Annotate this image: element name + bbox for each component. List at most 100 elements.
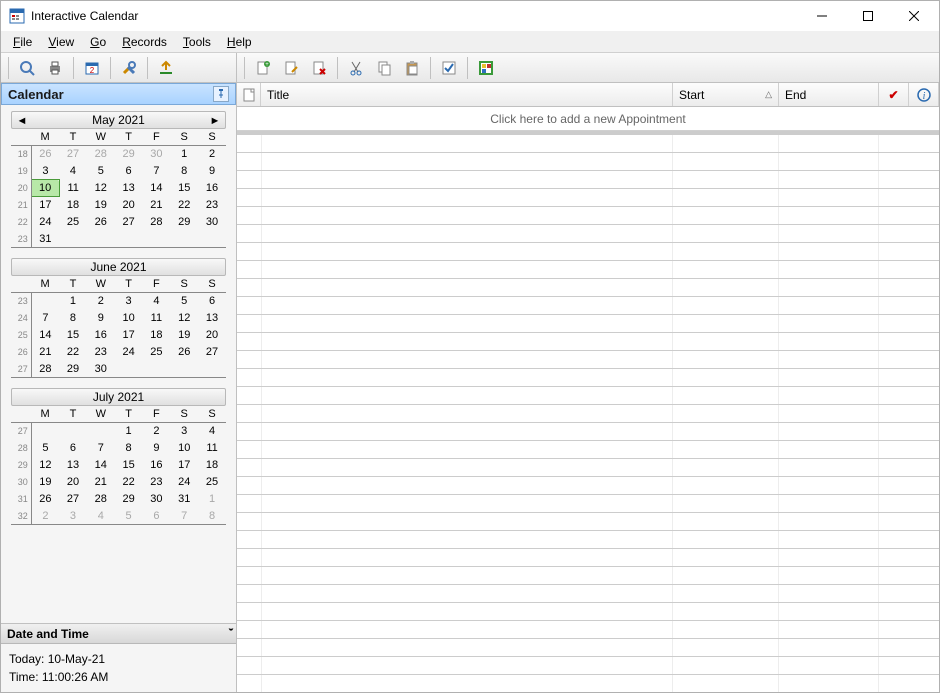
calendar-day[interactable]: 20 [59, 474, 87, 491]
calendar-day[interactable]: 9 [198, 163, 226, 180]
print-button[interactable] [42, 55, 68, 81]
calendar-day[interactable]: 14 [142, 180, 170, 197]
calendar-day[interactable]: 8 [198, 508, 226, 525]
calendar-day[interactable]: 13 [115, 180, 143, 197]
export-button[interactable] [153, 55, 179, 81]
calendar-day[interactable]: 24 [31, 214, 59, 231]
calendar-day[interactable]: 7 [170, 508, 198, 525]
calendar-day[interactable]: 21 [142, 197, 170, 214]
calendar-day[interactable]: 30 [142, 146, 170, 163]
month-header[interactable]: July 2021 [11, 388, 226, 406]
menu-file[interactable]: File [5, 33, 40, 51]
calendar-day[interactable]: 6 [142, 508, 170, 525]
calendar-day[interactable]: 28 [87, 491, 115, 508]
calendar-day[interactable]: 5 [170, 293, 198, 310]
calendar-day[interactable]: 6 [115, 163, 143, 180]
calendar-day[interactable]: 15 [115, 457, 143, 474]
calendar-day[interactable]: 12 [31, 457, 59, 474]
calendar-day[interactable]: 7 [87, 440, 115, 457]
calendar-day[interactable]: 27 [115, 214, 143, 231]
calendar-day[interactable]: 20 [198, 327, 226, 344]
calendar-day[interactable]: 21 [31, 344, 59, 361]
calendar-day[interactable]: 15 [170, 180, 198, 197]
calendar-day[interactable]: 5 [115, 508, 143, 525]
calendar-day[interactable]: 3 [170, 423, 198, 440]
menu-go[interactable]: Go [82, 33, 114, 51]
calendar-day[interactable]: 30 [142, 491, 170, 508]
calendar-day[interactable]: 29 [59, 361, 87, 378]
cut-button[interactable] [343, 55, 369, 81]
calendar-day[interactable]: 3 [31, 163, 59, 180]
calendar-day[interactable]: 19 [170, 327, 198, 344]
new-record-button[interactable]: + [250, 55, 276, 81]
calendar-day[interactable]: 25 [59, 214, 87, 231]
calendar-day[interactable]: 19 [87, 197, 115, 214]
calendar-day[interactable]: 4 [198, 423, 226, 440]
calendar-day[interactable]: 31 [31, 231, 59, 248]
calendar-day[interactable]: 16 [142, 457, 170, 474]
month-header[interactable]: June 2021 [11, 258, 226, 276]
calendar-day[interactable]: 31 [170, 491, 198, 508]
calendar-day[interactable]: 29 [115, 146, 143, 163]
column-info[interactable]: i [909, 83, 939, 106]
calendar-day[interactable]: 9 [142, 440, 170, 457]
calendar-day[interactable]: 6 [59, 440, 87, 457]
calendar-day[interactable]: 1 [59, 293, 87, 310]
calendar-day[interactable]: 28 [142, 214, 170, 231]
calendar-day[interactable]: 2 [31, 508, 59, 525]
calendar-day[interactable]: 14 [31, 327, 59, 344]
calendar-day[interactable]: 1 [198, 491, 226, 508]
calendar-day[interactable]: 1 [115, 423, 143, 440]
minimize-button[interactable] [799, 1, 845, 31]
date-time-header[interactable]: Date and Time ˇˇ [1, 624, 236, 644]
calendar-day[interactable]: 3 [59, 508, 87, 525]
calendar-day[interactable]: 2 [142, 423, 170, 440]
calendar-day[interactable]: 21 [87, 474, 115, 491]
calendar-day[interactable]: 23 [87, 344, 115, 361]
calendar-day[interactable]: 7 [142, 163, 170, 180]
calendar-day[interactable]: 11 [198, 440, 226, 457]
calendar-day[interactable]: 26 [31, 491, 59, 508]
calendar-day[interactable]: 22 [170, 197, 198, 214]
calendar-day[interactable]: 2 [198, 146, 226, 163]
today-button[interactable]: 2 [79, 55, 105, 81]
calendar-day[interactable]: 5 [87, 163, 115, 180]
calendar-day[interactable]: 7 [31, 310, 59, 327]
calendar-day[interactable]: 8 [115, 440, 143, 457]
column-complete[interactable]: ✔ [879, 83, 909, 106]
calendar-day[interactable]: 4 [87, 508, 115, 525]
calendar-day[interactable]: 13 [59, 457, 87, 474]
calendar-day[interactable]: 2 [87, 293, 115, 310]
calendar-day[interactable]: 20 [115, 197, 143, 214]
calendar-day[interactable]: 15 [59, 327, 87, 344]
calendar-day[interactable]: 11 [59, 180, 87, 197]
calendar-day[interactable]: 30 [198, 214, 226, 231]
paste-button[interactable] [399, 55, 425, 81]
add-appointment-row[interactable]: Click here to add a new Appointment [237, 107, 939, 131]
calendar-day[interactable]: 28 [87, 146, 115, 163]
menu-records[interactable]: Records [114, 33, 175, 51]
copy-button[interactable] [371, 55, 397, 81]
calendar-months[interactable]: ◄May 2021►MTWTFSS18262728293012193456789… [1, 105, 236, 623]
calendar-day[interactable]: 11 [142, 310, 170, 327]
calendar-day[interactable]: 28 [31, 361, 59, 378]
pin-button[interactable] [213, 86, 229, 102]
menu-tools[interactable]: Tools [175, 33, 219, 51]
month-header[interactable]: ◄May 2021► [11, 111, 226, 129]
calendar-day[interactable]: 16 [198, 180, 226, 197]
calendar-day[interactable]: 10 [115, 310, 143, 327]
calendar-day[interactable]: 12 [170, 310, 198, 327]
calendar-day[interactable]: 18 [59, 197, 87, 214]
calendar-day[interactable]: 29 [115, 491, 143, 508]
calendar-day[interactable]: 26 [87, 214, 115, 231]
calendar-day[interactable]: 22 [115, 474, 143, 491]
calendar-day[interactable]: 18 [142, 327, 170, 344]
column-start[interactable]: Start△ [673, 83, 779, 106]
calendar-day[interactable]: 19 [31, 474, 59, 491]
calendar-day[interactable]: 27 [59, 491, 87, 508]
calendar-day[interactable]: 8 [59, 310, 87, 327]
calendar-day[interactable]: 8 [170, 163, 198, 180]
calendar-day[interactable]: 22 [59, 344, 87, 361]
close-button[interactable] [891, 1, 937, 31]
column-icon[interactable] [237, 83, 261, 106]
